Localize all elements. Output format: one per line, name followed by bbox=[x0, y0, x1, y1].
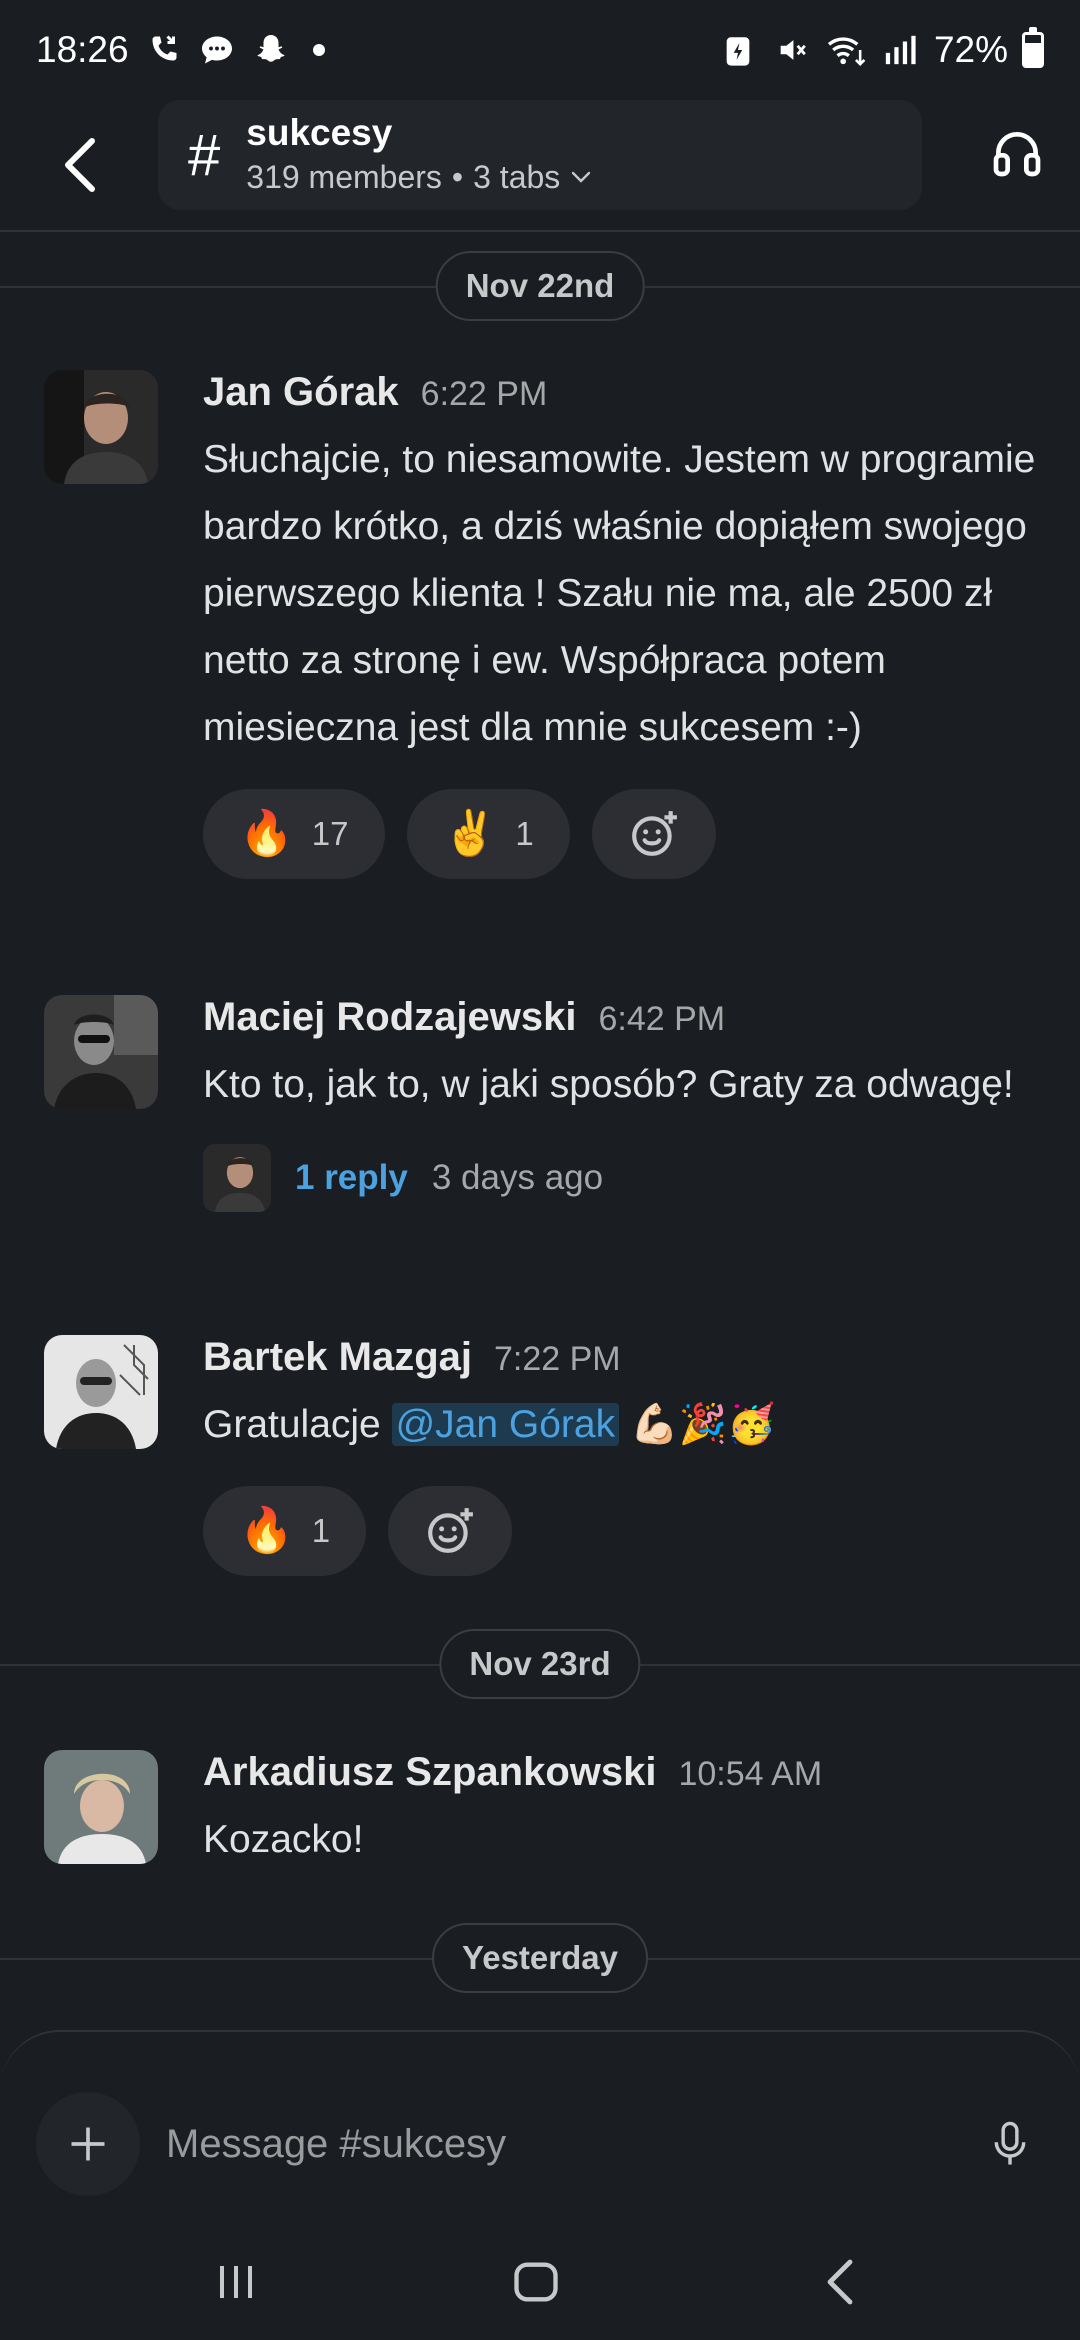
wifi-icon bbox=[826, 30, 866, 70]
huddle-button[interactable] bbox=[984, 120, 1050, 186]
user-mention[interactable]: @Jan Górak bbox=[391, 1403, 620, 1446]
status-time: 18:26 bbox=[36, 29, 129, 70]
avatar[interactable] bbox=[44, 1335, 158, 1449]
headphones-icon bbox=[993, 132, 1041, 177]
recent-apps-icon bbox=[220, 2266, 252, 2298]
fire-icon: 🔥 bbox=[239, 1506, 294, 1555]
date-divider: Nov 23rd bbox=[0, 1629, 1080, 1699]
victory-hand-icon: ✌️ bbox=[442, 809, 498, 858]
avatar[interactable] bbox=[44, 1750, 158, 1864]
date-pill-yesterday[interactable]: Yesterday bbox=[432, 1923, 648, 1993]
message-time: 6:42 PM bbox=[598, 1000, 726, 1038]
message-text: Gratulacje @Jan Górak 💪🏻🎉🥳 bbox=[203, 1391, 1050, 1458]
back-arrow-icon bbox=[65, 138, 95, 192]
recent-apps-button[interactable] bbox=[196, 2250, 276, 2314]
message-composer bbox=[0, 2030, 1080, 2220]
signal-icon bbox=[880, 30, 920, 70]
add-emoji-icon bbox=[631, 811, 677, 856]
message-text: Kto to, jak to, w jaki sposób? Graty za … bbox=[203, 1063, 1014, 1106]
status-bar: 18:26 72% bbox=[0, 0, 1080, 100]
message-text-prefix: Gratulacje bbox=[203, 1403, 392, 1446]
battery-saver-icon bbox=[718, 30, 758, 70]
date-pill-nov22[interactable]: Nov 22nd bbox=[435, 251, 645, 321]
avatar[interactable] bbox=[44, 995, 158, 1109]
hash-icon: # bbox=[188, 122, 221, 188]
reaction-fire[interactable]: 🔥 17 bbox=[203, 789, 385, 879]
date-divider: Nov 22nd bbox=[0, 251, 1080, 321]
avatar[interactable] bbox=[44, 370, 158, 484]
message-input[interactable] bbox=[166, 2104, 926, 2184]
message-text: Kozacko! bbox=[203, 1818, 364, 1861]
message-emoji: 💪🏻🎉🥳 bbox=[619, 1403, 776, 1446]
member-count: 319 members bbox=[246, 159, 442, 195]
reaction-count: 17 bbox=[311, 815, 349, 852]
channel-info-button[interactable]: # sukcesy 319 members • 3 tabs bbox=[158, 100, 922, 210]
system-back-button[interactable] bbox=[800, 2250, 880, 2314]
add-reaction-button[interactable] bbox=[388, 1486, 513, 1576]
battery-icon bbox=[1022, 27, 1044, 68]
message-time: 10:54 AM bbox=[678, 1755, 823, 1793]
reply-time: 3 days ago bbox=[431, 1158, 604, 1197]
date-divider: Yesterday bbox=[0, 1923, 1080, 1993]
microphone-icon bbox=[994, 2121, 1026, 2165]
author-name[interactable]: Arkadiusz Szpankowski bbox=[203, 1750, 656, 1795]
add-emoji-icon bbox=[428, 1508, 474, 1553]
reactions: 🔥 1 bbox=[203, 1486, 1050, 1576]
channel-header: # sukcesy 319 members • 3 tabs bbox=[0, 100, 1080, 232]
chat-bubble-icon bbox=[197, 30, 237, 70]
chevron-down-icon bbox=[572, 171, 591, 183]
back-button[interactable] bbox=[40, 125, 120, 205]
date-pill-nov23[interactable]: Nov 23rd bbox=[439, 1629, 641, 1699]
reaction-fire[interactable]: 🔥 1 bbox=[203, 1486, 367, 1576]
reaction-count: 1 bbox=[311, 1512, 331, 1549]
author-name[interactable]: Bartek Mazgaj bbox=[203, 1335, 472, 1380]
plus-icon bbox=[71, 2127, 105, 2161]
thread-summary[interactable]: 1 reply 3 days ago bbox=[203, 1144, 1050, 1212]
author-name[interactable]: Maciej Rodzajewski bbox=[203, 995, 576, 1040]
message-time: 7:22 PM bbox=[493, 1340, 621, 1378]
system-nav-bar bbox=[0, 2220, 1080, 2340]
tab-count: 3 tabs bbox=[473, 159, 561, 195]
fire-icon: 🔥 bbox=[239, 809, 294, 858]
channel-meta: 319 members • 3 tabs bbox=[246, 155, 592, 199]
voice-record-button[interactable] bbox=[980, 2114, 1040, 2174]
reaction-count: 1 bbox=[515, 815, 534, 852]
home-icon bbox=[514, 2262, 558, 2302]
battery-percent: 72% bbox=[933, 29, 1008, 70]
reply-count-link[interactable]: 1 reply bbox=[295, 1158, 408, 1198]
add-reaction-button[interactable] bbox=[591, 789, 716, 879]
author-name[interactable]: Jan Górak bbox=[203, 370, 399, 415]
notification-dot-icon bbox=[312, 44, 325, 56]
home-button[interactable] bbox=[496, 2250, 576, 2314]
message-text: Słuchajcie, to niesamowite. Jestem w pro… bbox=[203, 438, 1036, 749]
back-chevron-icon bbox=[827, 2259, 853, 2305]
reactions: 🔥 17 ✌️ 1 bbox=[203, 789, 1050, 879]
reply-avatar bbox=[203, 1144, 271, 1212]
channel-name: sukcesy bbox=[246, 112, 393, 153]
attach-button[interactable] bbox=[36, 2092, 140, 2196]
mute-icon bbox=[772, 30, 812, 70]
meta-separator: • bbox=[451, 159, 464, 195]
message-time: 6:22 PM bbox=[420, 375, 548, 413]
missed-call-icon bbox=[143, 30, 183, 70]
reaction-victory[interactable]: ✌️ 1 bbox=[406, 789, 570, 879]
snapchat-icon bbox=[251, 30, 291, 70]
